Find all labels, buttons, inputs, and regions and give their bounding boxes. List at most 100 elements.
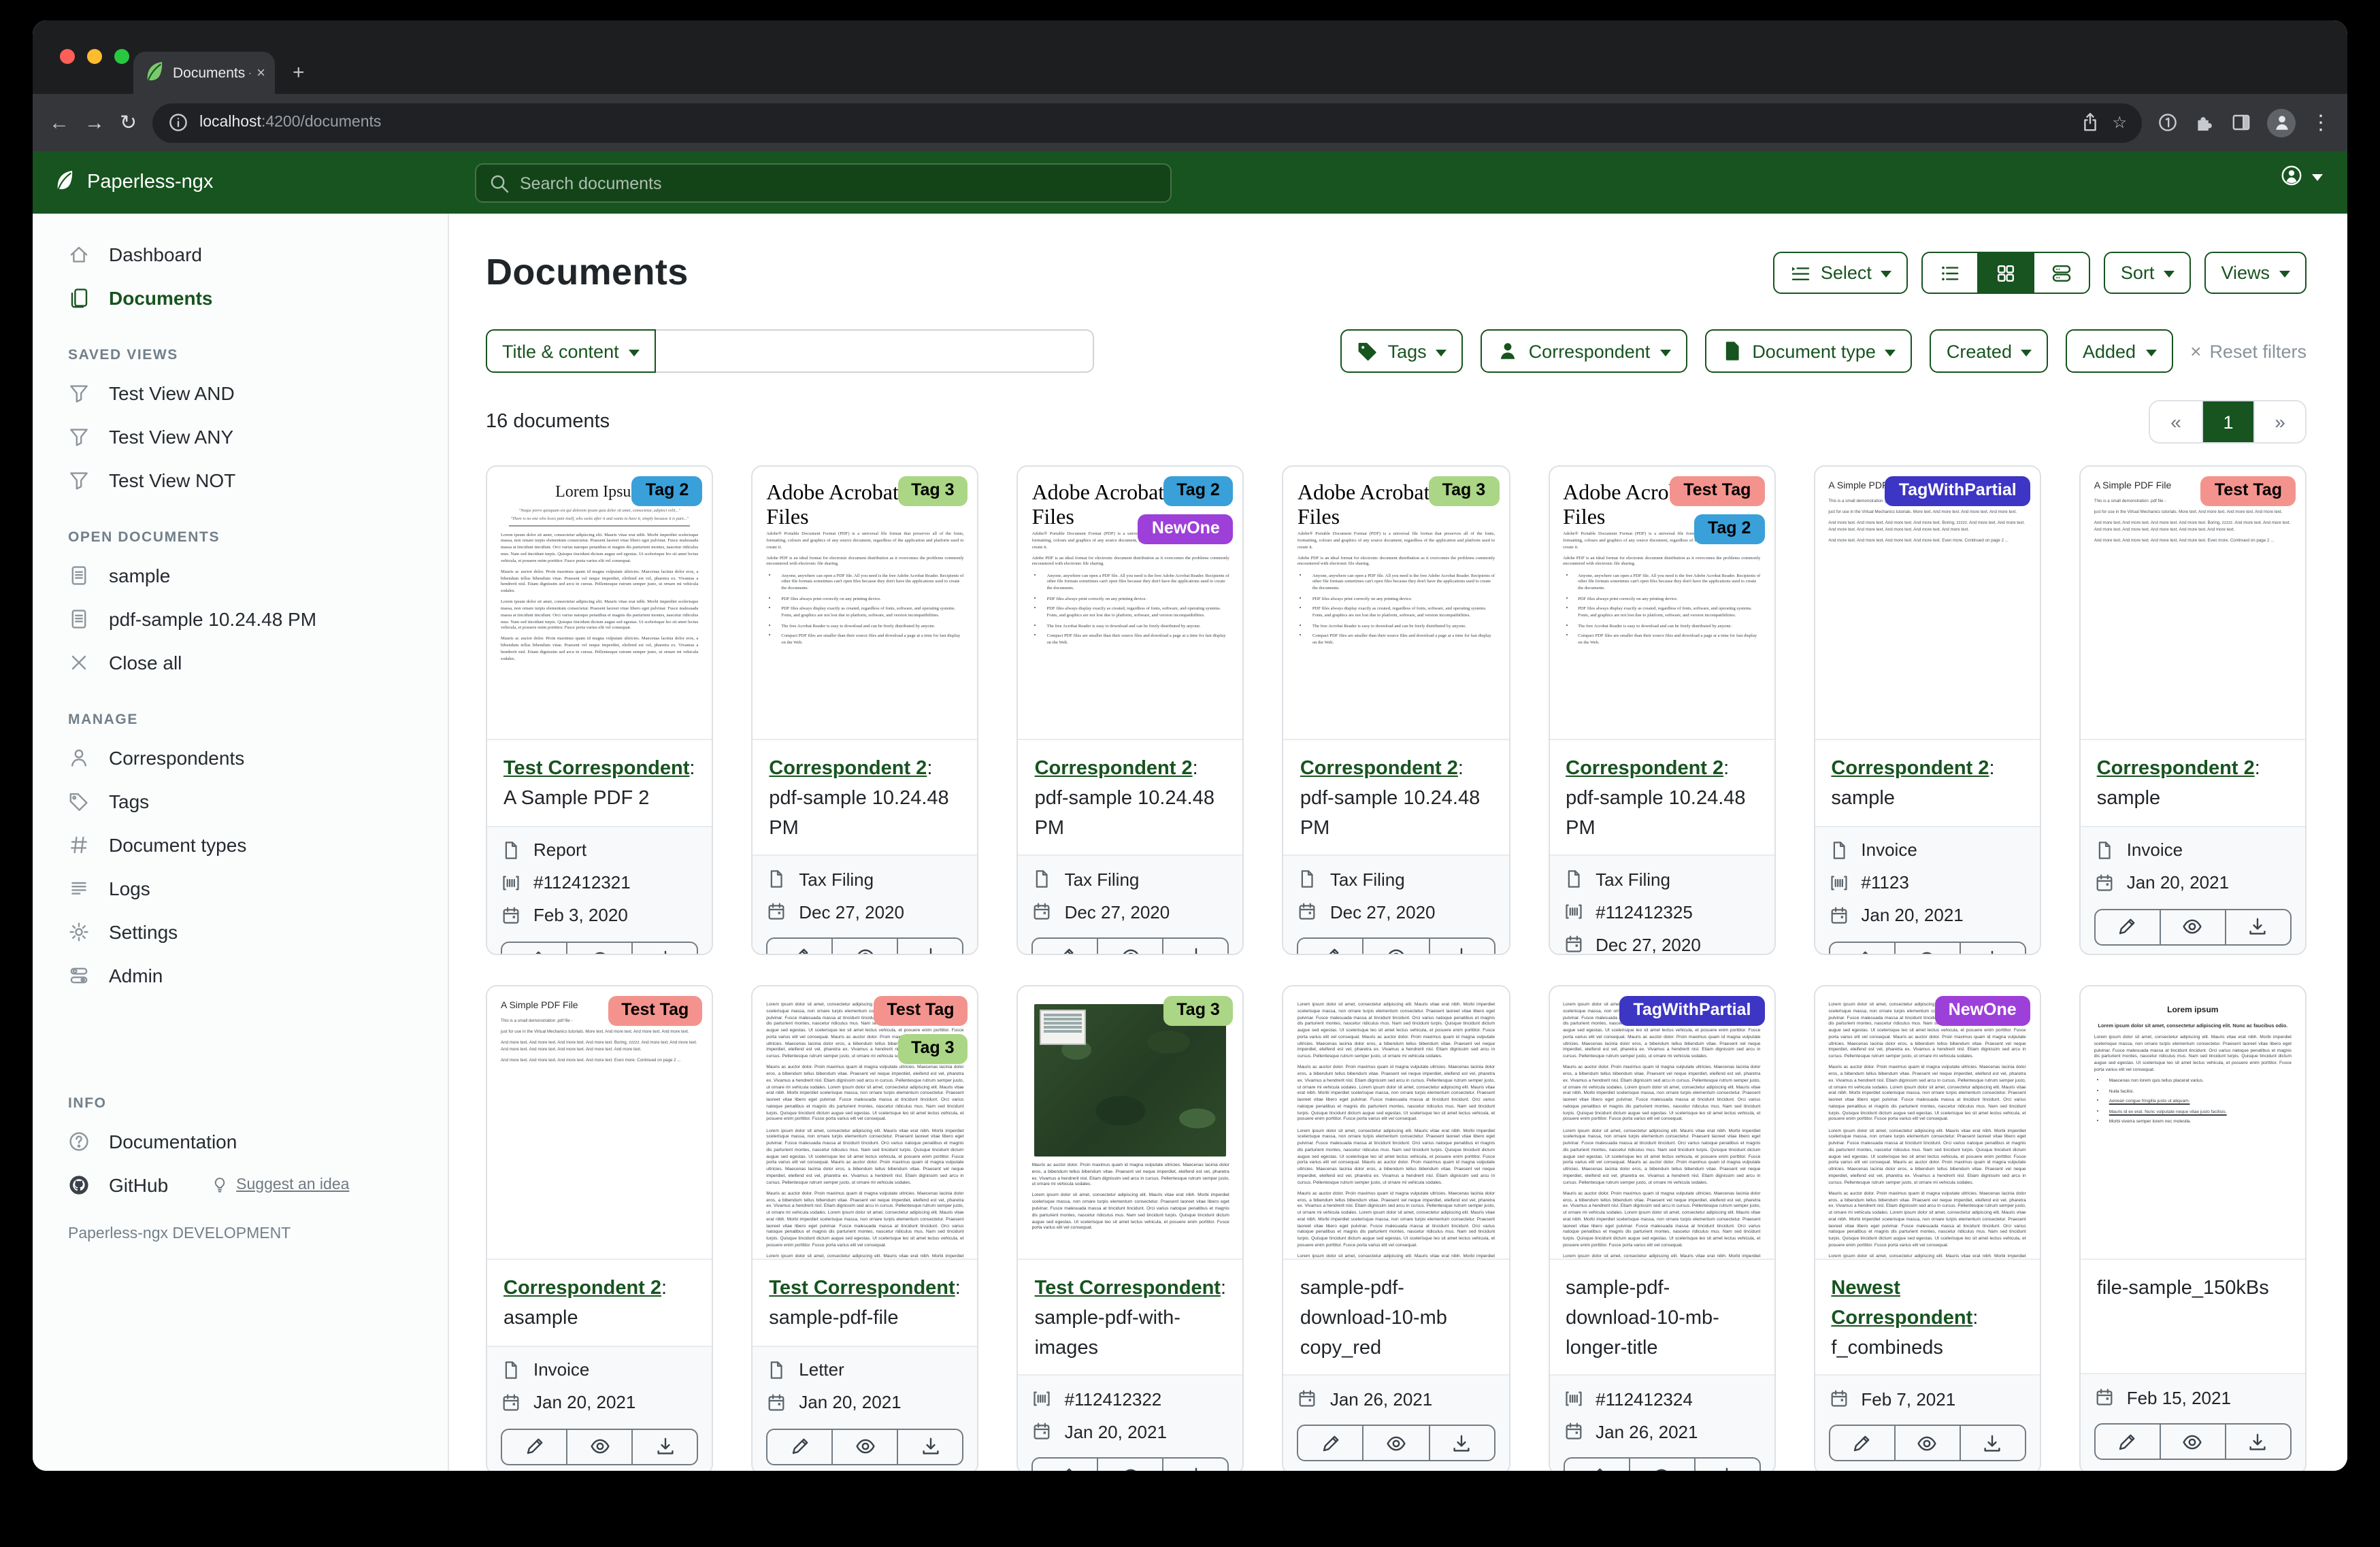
sidebar-item-documents[interactable]: Documents (33, 276, 448, 320)
sidebar-item-close-all[interactable]: Close all (33, 641, 448, 684)
side-panel-icon[interactable] (2230, 112, 2252, 133)
correspondent-link[interactable]: Newest Correspondent (1831, 1278, 1972, 1329)
document-thumbnail[interactable]: A Simple PDF FileThis is a small demonst… (487, 986, 712, 1259)
correspondent-link[interactable]: Test Correspondent (503, 758, 689, 780)
preview-button[interactable] (2160, 1425, 2225, 1459)
tab-close-icon[interactable]: × (257, 65, 265, 81)
search-input[interactable] (520, 173, 1158, 193)
download-button[interactable] (1163, 1459, 1228, 1471)
select-button[interactable]: Select (1773, 252, 1908, 294)
preview-button[interactable] (831, 1429, 897, 1463)
traffic-lights[interactable] (60, 49, 129, 64)
document-title[interactable]: Correspondent 2: sample (1815, 739, 2039, 825)
tag-badge[interactable]: NewOne (1935, 996, 2030, 1026)
edit-button[interactable] (1034, 1459, 1097, 1471)
tag-badge[interactable]: Test Tag (1670, 476, 1764, 506)
preview-button[interactable] (1894, 1427, 1960, 1461)
back-button[interactable]: ← (49, 112, 69, 133)
extensions-puzzle-icon[interactable] (2194, 112, 2215, 133)
document-thumbnail[interactable]: A Simple PDF FileThis is a small demonst… (2081, 467, 2305, 739)
share-icon[interactable] (2079, 112, 2101, 133)
document-thumbnail[interactable]: Adobe Acrobat PDF FilesAdobe® Portable D… (1284, 467, 1508, 739)
sidebar-item-document-types[interactable]: Document types (33, 823, 448, 867)
preview-button[interactable] (2160, 910, 2225, 944)
view-list-button[interactable] (1922, 252, 1979, 294)
browser-tab[interactable]: Documents - Paperless-ngx × (133, 52, 275, 94)
bookmark-star-icon[interactable]: ☆ (2112, 113, 2127, 132)
browser-menu-kebab-icon[interactable]: ⋮ (2311, 112, 2331, 133)
edit-button[interactable] (2096, 910, 2160, 944)
preview-button[interactable] (1363, 939, 1428, 956)
tag-badge[interactable]: Tag 2 (1694, 514, 1764, 544)
reload-button[interactable]: ↻ (120, 112, 137, 133)
user-menu[interactable] (2281, 165, 2323, 186)
new-tab-button[interactable]: + (293, 61, 305, 84)
close-window-button[interactable] (60, 49, 75, 64)
sidebar-item-documentation[interactable]: Documentation (33, 1120, 448, 1163)
added-filter-button[interactable]: Added (2066, 329, 2172, 373)
correspondent-link[interactable]: Correspondent 2 (1566, 758, 1723, 780)
prev-page-button[interactable]: « (2150, 401, 2202, 442)
correspondent-link[interactable]: Correspondent 2 (769, 758, 927, 780)
document-thumbnail[interactable]: A Simple PDF FileThis is a small demonst… (1815, 467, 2039, 739)
correspondent-link[interactable]: Correspondent 2 (1035, 758, 1193, 780)
sidebar-link-suggest-an-idea[interactable]: Suggest an idea (210, 1174, 349, 1196)
tag-badge[interactable]: Tag 3 (897, 476, 968, 506)
correspondent-link[interactable]: Test Correspondent (769, 1278, 955, 1299)
download-button[interactable] (1960, 942, 2025, 955)
sidebar-item-settings[interactable]: Settings (33, 910, 448, 954)
correspondent-link[interactable]: Correspondent 2 (503, 1278, 661, 1299)
download-button[interactable] (897, 1429, 962, 1463)
sidebar-item-pdf-sample-10-24-48-pm[interactable]: pdf-sample 10.24.48 PM (33, 597, 448, 641)
correspondent-filter-button[interactable]: Correspondent (1481, 329, 1687, 373)
edit-button[interactable] (1299, 1427, 1363, 1461)
document-thumbnail[interactable]: Lorem ipsum dolor sit amet, consectetur … (1284, 986, 1508, 1259)
edit-button[interactable] (767, 939, 831, 956)
reset-filters-button[interactable]: ×Reset filters (2190, 340, 2307, 362)
document-title[interactable]: Correspondent 2: sample (2081, 739, 2305, 825)
document-title[interactable]: Correspondent 2: asample (487, 1259, 712, 1345)
minimize-window-button[interactable] (87, 49, 102, 64)
url-bar[interactable]: localhost:4200/documents ☆ (152, 103, 2142, 142)
edit-button[interactable] (1564, 1459, 1628, 1471)
document-title[interactable]: Correspondent 2: pdf-sample 10.24.48 PM (1019, 739, 1243, 855)
tag-badge[interactable]: Tag 3 (897, 1034, 968, 1064)
sidebar-item-sample[interactable]: sample (33, 554, 448, 597)
edit-button[interactable] (1830, 1427, 1894, 1461)
app-brand[interactable]: Paperless-ngx (53, 168, 213, 197)
views-button[interactable]: Views (2204, 252, 2307, 294)
download-button[interactable] (631, 942, 697, 955)
created-filter-button[interactable]: Created (1930, 329, 2049, 373)
edit-button[interactable] (2096, 1425, 2160, 1459)
global-search[interactable] (475, 163, 1172, 203)
tag-badge[interactable]: Test Tag (608, 996, 702, 1026)
document-thumbnail[interactable]: Adobe Acrobat PDF FilesAdobe® Portable D… (1549, 467, 1774, 739)
sidebar-item-tags[interactable]: Tags (33, 780, 448, 823)
download-button[interactable] (631, 1429, 697, 1463)
preview-button[interactable] (566, 942, 631, 955)
sidebar-item-test-view-and[interactable]: Test View AND (33, 371, 448, 415)
edit-button[interactable] (1830, 942, 1894, 955)
edit-button[interactable] (502, 942, 566, 955)
edit-button[interactable] (1034, 939, 1097, 956)
tag-badge[interactable]: Test Tag (2201, 476, 2296, 506)
document-thumbnail[interactable]: Adobe Acrobat PDF FilesAdobe® Portable D… (753, 467, 977, 739)
sidebar-item-test-view-any[interactable]: Test View ANY (33, 415, 448, 459)
tag-badge[interactable]: NewOne (1138, 514, 1234, 544)
document-title[interactable]: Test Correspondent: sample-pdf-with-imag… (1019, 1259, 1243, 1375)
tag-badge[interactable]: Tag 3 (1429, 476, 1499, 506)
sidebar-item-logs[interactable]: Logs (33, 867, 448, 910)
document-type-filter-button[interactable]: Document type (1704, 329, 1913, 373)
sidebar-item-test-view-not[interactable]: Test View NOT (33, 459, 448, 502)
preview-button[interactable] (1628, 1459, 1693, 1471)
tags-filter-button[interactable]: Tags (1340, 329, 1464, 373)
next-page-button[interactable]: » (2253, 401, 2305, 442)
correspondent-link[interactable]: Correspondent 2 (1831, 758, 1989, 780)
password-manager-icon[interactable] (2157, 112, 2179, 133)
sidebar-item-dashboard[interactable]: Dashboard (33, 233, 448, 276)
document-title[interactable]: Correspondent 2: pdf-sample 10.24.48 PM (1284, 739, 1508, 855)
tag-badge[interactable]: Tag 3 (1163, 996, 1233, 1026)
title-content-input[interactable] (656, 329, 1094, 373)
document-title[interactable]: sample-pdf-download-10-mb-longer-title (1549, 1259, 1774, 1375)
download-button[interactable] (2225, 910, 2290, 944)
